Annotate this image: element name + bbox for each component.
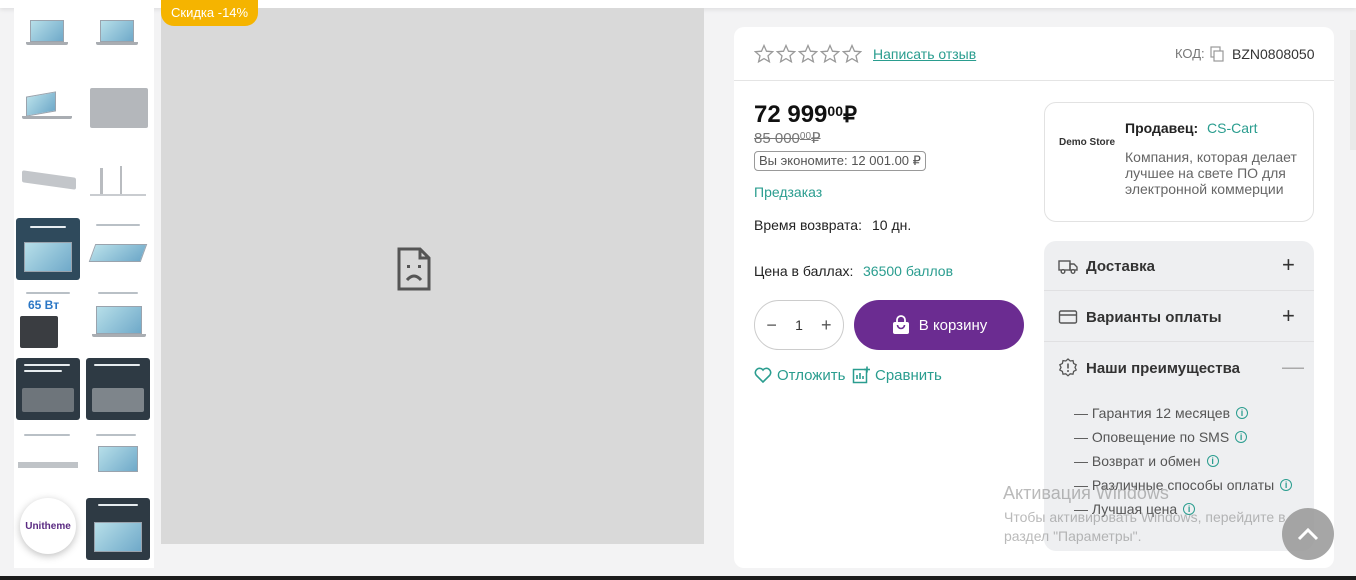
unitheme-logo[interactable]: Unitheme (20, 498, 76, 554)
accordion-delivery[interactable]: Доставка + (1044, 241, 1314, 291)
minus-icon[interactable]: — (1282, 356, 1304, 378)
advantage-text: — Оповещение по SMS (1074, 429, 1230, 445)
truck-icon (1058, 260, 1078, 274)
star-icon[interactable] (776, 44, 796, 64)
star-icon[interactable] (820, 44, 840, 64)
vendor-name-link[interactable]: CS-Cart (1207, 120, 1258, 136)
vendor-logo[interactable]: Demo Store (1059, 137, 1115, 148)
quantity-value[interactable]: 1 (795, 317, 803, 333)
bottom-edge (0, 576, 1356, 580)
windows-activation-title: Активация Windows (1003, 483, 1169, 503)
return-period-label: Время возврата: (754, 217, 862, 233)
advantage-item: — Гарантия 12 месяцев i (1074, 401, 1292, 425)
advantage-item: — Возврат и обмен i (1074, 449, 1292, 473)
accordion-advantages-title: Наши преимущества (1086, 360, 1240, 377)
info-icon[interactable]: i (1236, 407, 1249, 419)
quantity-stepper[interactable]: − 1 + (754, 300, 844, 350)
old-price-currency: ₽ (811, 130, 821, 147)
return-period-value: 10 дн. (872, 217, 912, 233)
price-main: 72 999 (754, 101, 828, 128)
thumbnail-gallery[interactable]: 65 Вт (14, 8, 154, 568)
wishlist-button[interactable]: Отложить (754, 366, 845, 384)
plus-icon[interactable]: + (1282, 305, 1295, 327)
accordion-advantages[interactable]: Наши преимущества — (1044, 343, 1314, 393)
info-accordion: Доставка + Варианты оплаты + Наши преиму… (1044, 241, 1314, 551)
divider (734, 80, 1334, 81)
advantage-text: — Возврат и обмен (1074, 453, 1201, 469)
old-price: 85 00000₽ (754, 129, 821, 147)
thumbnail-12[interactable] (86, 358, 150, 420)
info-icon[interactable]: i (1235, 431, 1248, 443)
broken-image-icon (397, 247, 431, 291)
chevron-up-icon (1297, 527, 1319, 541)
vendor-label: Продавец: (1125, 120, 1199, 136)
info-icon[interactable]: i (1206, 455, 1219, 467)
copy-icon[interactable] (1210, 46, 1224, 62)
advantage-item: — Оповещение по SMS i (1074, 425, 1292, 449)
main-product-image[interactable] (161, 8, 704, 544)
thumbnail-6[interactable] (86, 150, 150, 212)
vendor-card[interactable]: Demo Store Продавец: CS-Cart Компания, к… (1044, 102, 1314, 222)
star-icon[interactable] (798, 44, 818, 64)
product-code-label: КОД: (1175, 46, 1205, 61)
plus-icon[interactable]: + (1282, 254, 1295, 276)
windows-activation-subtitle: Чтобы активировать Windows, перейдите в … (1004, 509, 1286, 544)
accordion-delivery-title: Доставка (1086, 258, 1155, 275)
compare-button[interactable]: Сравнить (852, 366, 942, 384)
price-currency: ₽ (842, 102, 857, 127)
advantage-text: — Гарантия 12 месяцев (1074, 405, 1231, 421)
thumbnail-10[interactable] (86, 288, 150, 350)
quantity-increase-button[interactable]: + (816, 315, 836, 336)
discount-badge: Скидка -14% (161, 0, 259, 26)
thumbnail-4[interactable] (86, 80, 150, 142)
info-icon[interactable]: i (1280, 479, 1293, 491)
compare-label: Сравнить (875, 366, 942, 384)
thumbnail-2[interactable] (86, 10, 150, 72)
scroll-to-top-button[interactable] (1282, 508, 1334, 560)
savings-badge: Вы экономите: 12 001.00 ₽ (754, 151, 926, 171)
unitheme-logo-text: Unitheme (25, 520, 71, 532)
thumbnail-1[interactable] (16, 10, 80, 72)
thumbnail-7[interactable] (16, 218, 80, 280)
thumbnail-3[interactable] (16, 80, 80, 142)
price-cents: 00 (827, 103, 843, 119)
wishlist-label: Отложить (777, 366, 846, 384)
thumbnail-8[interactable] (86, 218, 150, 280)
thumbnail-15[interactable] (86, 498, 150, 560)
product-code-value: BZN0808050 (1232, 46, 1315, 62)
thumbnail-14[interactable] (86, 428, 150, 490)
write-review-link[interactable]: Написать отзыв (873, 46, 976, 62)
star-icon[interactable] (842, 44, 862, 64)
add-to-cart-button[interactable]: В корзину (854, 300, 1024, 350)
rating-stars[interactable] (754, 44, 862, 64)
heart-icon (754, 367, 772, 384)
thumbnail-9[interactable]: 65 Вт (16, 288, 80, 350)
points-price-label: Цена в баллах: (754, 263, 854, 279)
add-to-cart-label: В корзину (918, 316, 988, 334)
thumbnail-5[interactable] (16, 150, 80, 212)
shopping-bag-icon (892, 315, 909, 334)
accordion-payment[interactable]: Варианты оплаты + (1044, 292, 1314, 342)
star-icon[interactable] (754, 44, 774, 64)
badge-icon (1058, 358, 1078, 377)
compare-icon (852, 366, 870, 384)
accordion-payment-title: Варианты оплаты (1086, 309, 1222, 326)
old-price-main: 85 000 (754, 130, 800, 147)
current-price: 72 99900₽ (754, 101, 857, 129)
thumb-watts-text: 65 Вт (28, 298, 60, 312)
scrollbar[interactable] (1350, 30, 1356, 150)
vendor-description: Компания, которая делает лучшее на свете… (1125, 149, 1297, 197)
points-price-value: 36500 баллов (863, 263, 954, 279)
old-price-cents: 00 (799, 131, 812, 142)
thumbnail-11[interactable] (16, 358, 80, 420)
availability-status: Предзаказ (754, 184, 823, 200)
thumbnail-13[interactable] (16, 428, 80, 490)
quantity-decrease-button[interactable]: − (762, 315, 782, 336)
card-icon (1058, 310, 1078, 324)
